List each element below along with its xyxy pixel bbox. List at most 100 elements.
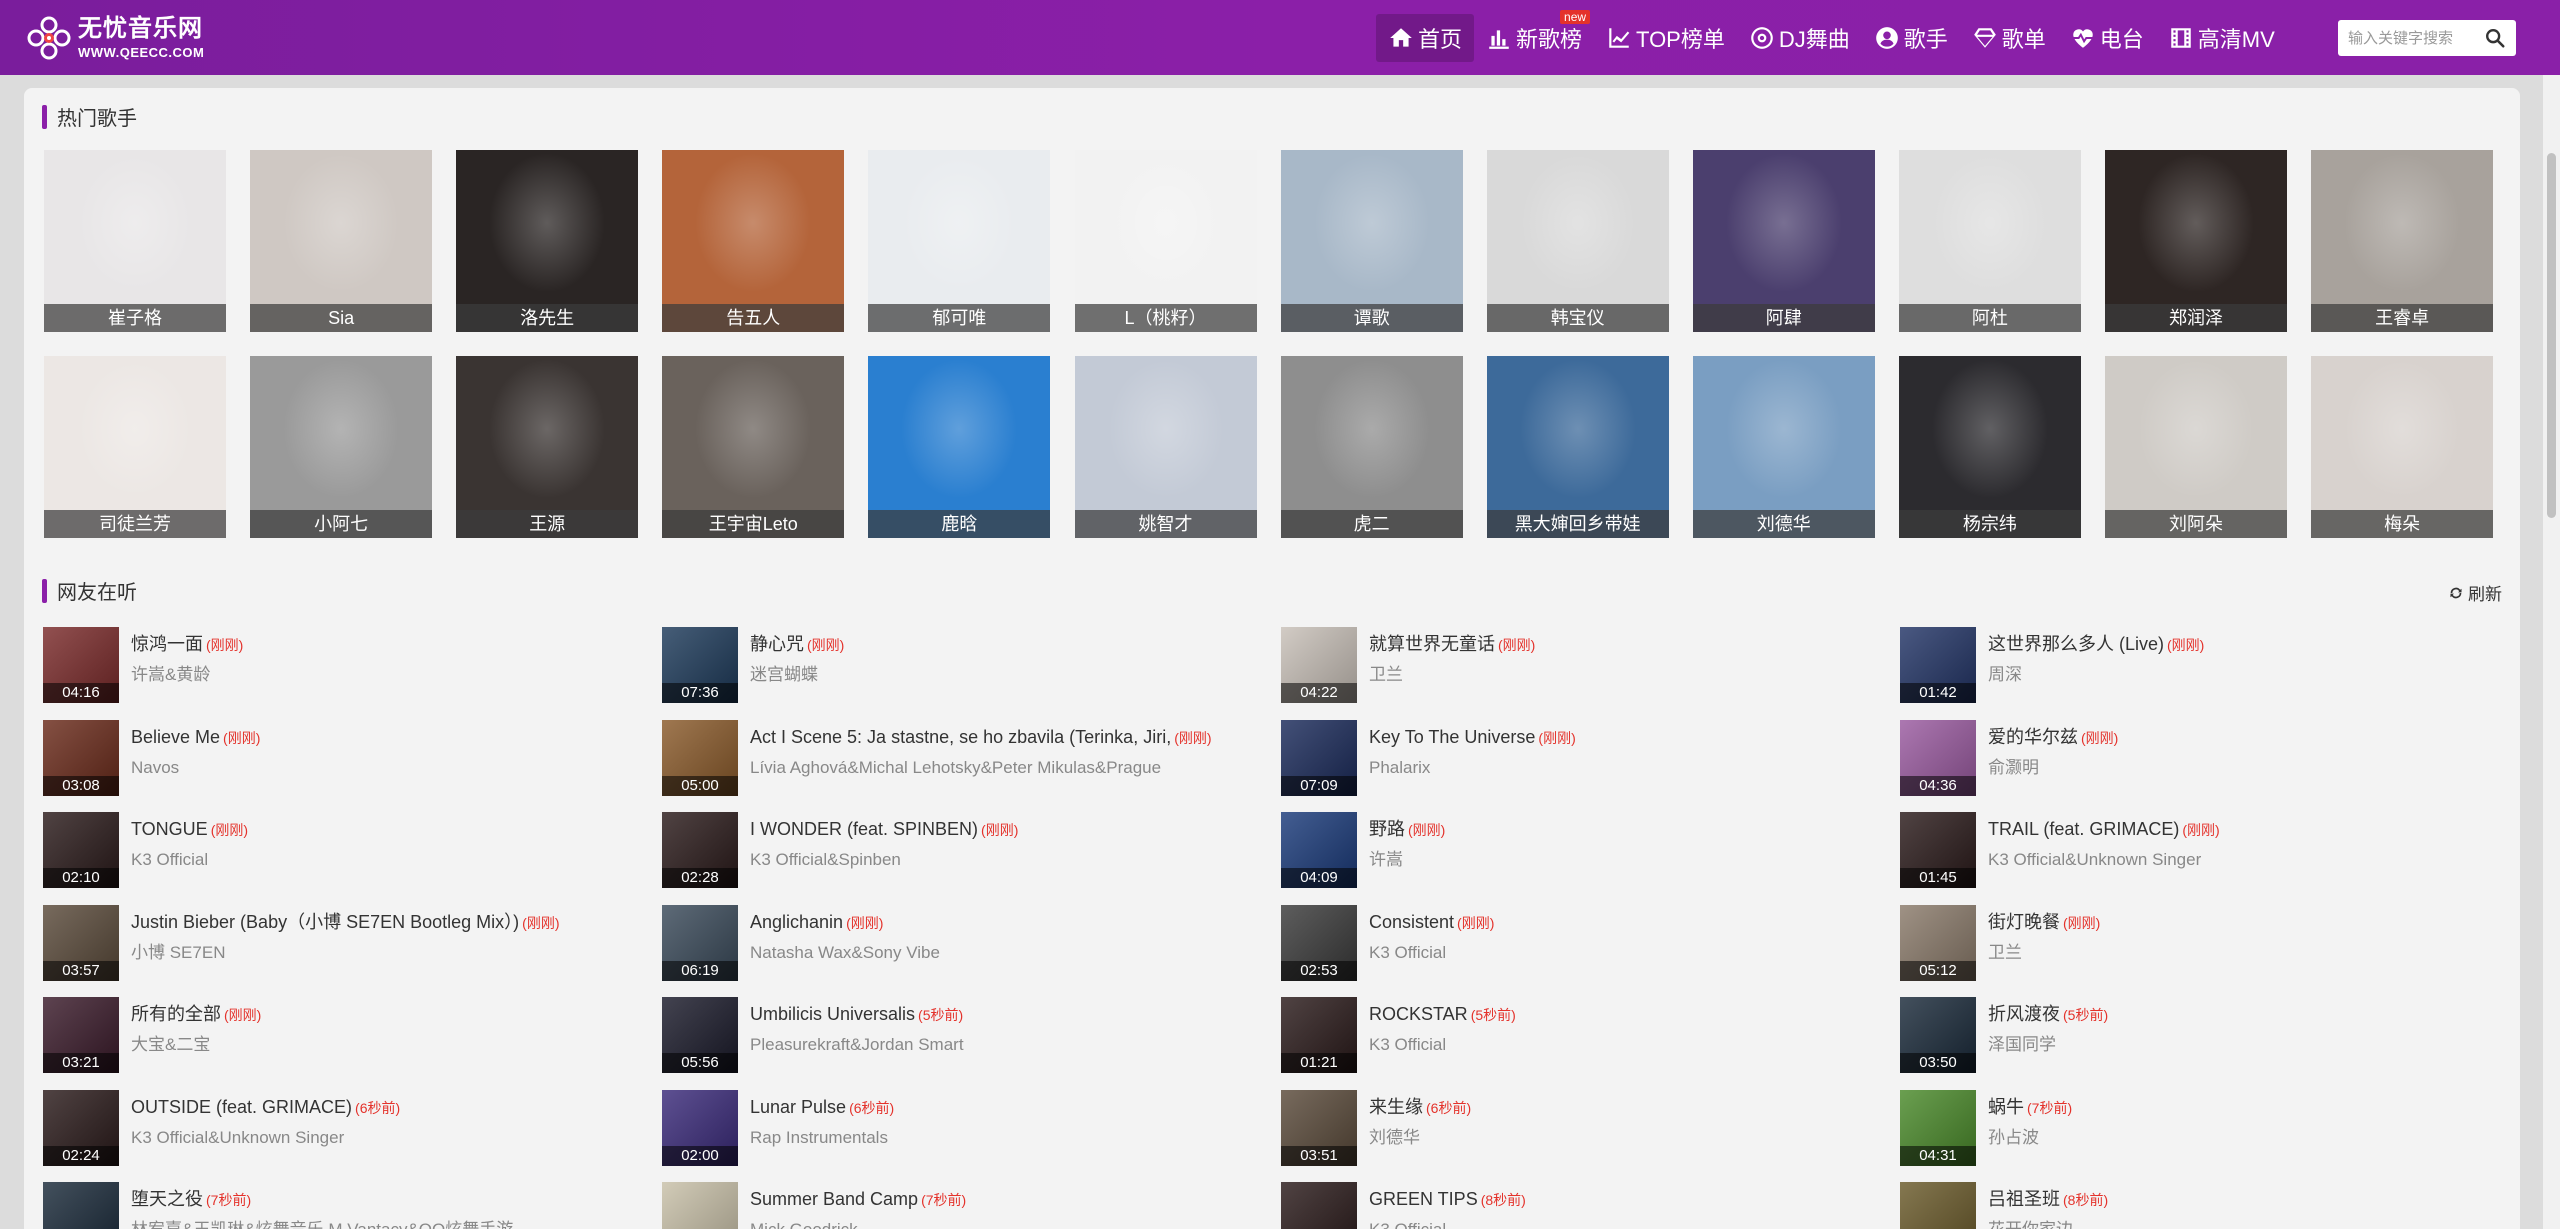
- song-artist[interactable]: K3 Official&Unknown Singer: [131, 1127, 400, 1149]
- singer-card[interactable]: 郑润泽: [2105, 150, 2287, 332]
- song-title[interactable]: 静心咒: [750, 634, 804, 654]
- song-item[interactable]: 04:09 野路 (刚刚) 许嵩: [1281, 812, 1881, 888]
- singer-card[interactable]: 鹿晗: [868, 356, 1051, 538]
- singer-card[interactable]: 杨宗纬: [1898, 356, 2081, 538]
- song-item[interactable]: 05:00 Act I Scene 5: Ja stastne, se ho zb…: [662, 719, 1262, 796]
- nav-playlists[interactable]: 歌单: [1960, 14, 2058, 62]
- song-title[interactable]: 街灯晚餐: [1988, 912, 2060, 932]
- nav-radio[interactable]: 电台: [2058, 14, 2156, 62]
- song-title[interactable]: 就算世界无童话: [1369, 634, 1495, 654]
- song-artist[interactable]: Natasha Wax&Sony Vibe: [750, 942, 940, 964]
- song-artist[interactable]: 泽国同学: [1988, 1034, 2108, 1056]
- song-item[interactable]: 01:45 TRAIL (feat. GRIMACE) (刚刚) K3 Officia…: [1900, 812, 2500, 888]
- song-item[interactable]: 04:16 惊鸿一面 (刚刚) 许嵩&黄龄: [43, 627, 643, 703]
- song-title[interactable]: Act I Scene 5: Ja stastne, se ho zbavila…: [750, 727, 1171, 747]
- song-title[interactable]: 爱的华尔兹: [1988, 727, 2078, 747]
- song-title[interactable]: Key To The Universe: [1369, 727, 1535, 747]
- song-title[interactable]: 来生缘: [1369, 1097, 1423, 1117]
- song-artist[interactable]: K3 Official&Unknown Singer: [1988, 849, 2220, 871]
- song-title[interactable]: Anglichanin: [750, 912, 843, 932]
- song-title[interactable]: 野路: [1369, 819, 1405, 839]
- song-title[interactable]: 惊鸿一面: [131, 634, 203, 654]
- scrollbar-thumb[interactable]: [2547, 153, 2556, 518]
- song-artist[interactable]: Pleasurekraft&Jordan Smart: [750, 1034, 964, 1056]
- song-artist[interactable]: K3 Official: [1369, 1219, 1526, 1229]
- song-title[interactable]: 这世界那么多人 (Live): [1988, 634, 2164, 654]
- song-item[interactable]: 02:24 OUTSIDE (feat. GRIMACE) (6秒前) K3 Offi…: [43, 1089, 643, 1166]
- song-title[interactable]: 吕祖圣班: [1988, 1189, 2060, 1209]
- singer-card[interactable]: 洛先生: [456, 150, 639, 332]
- song-item[interactable]: 06:19 Anglichanin (刚刚) Natasha Wax&Sony Vib…: [662, 904, 1262, 981]
- song-artist[interactable]: K3 Official: [1369, 942, 1494, 964]
- song-artist[interactable]: Lívia Aghová&Michal Lehotsky&Peter Mikul…: [750, 757, 1212, 779]
- singer-card[interactable]: 王睿卓: [2311, 150, 2494, 332]
- song-artist[interactable]: 林宥嘉&王凯琳&炫舞音乐 M.Vantacy&QQ炫舞手游: [131, 1219, 513, 1229]
- singer-card[interactable]: 阿肆: [1692, 150, 1875, 332]
- singer-card[interactable]: 刘阿朵: [2105, 356, 2287, 538]
- singer-card[interactable]: 黑大婶回乡带娃: [1486, 356, 1669, 538]
- nav-dj[interactable]: DJ舞曲: [1737, 14, 1862, 62]
- song-artist[interactable]: 俞灏明: [1988, 757, 2118, 779]
- refresh-button[interactable]: 刷新: [2448, 580, 2502, 605]
- song-artist[interactable]: 卫兰: [1369, 664, 1535, 686]
- site-logo[interactable]: 无忧音乐网 WWW.QEECC.COM: [26, 12, 216, 64]
- song-item[interactable]: 04:36 爱的华尔兹 (刚刚) 俞灏明: [1900, 719, 2500, 796]
- singer-card[interactable]: 谭歌: [1280, 150, 1463, 332]
- singer-card[interactable]: 司徒兰芳: [44, 356, 226, 538]
- song-artist[interactable]: 卫兰: [1988, 942, 2100, 964]
- singer-card[interactable]: 梅朵: [2311, 356, 2494, 538]
- nav-top-charts[interactable]: TOP榜单: [1594, 14, 1737, 62]
- nav-singers[interactable]: 歌手: [1862, 14, 1960, 62]
- song-title[interactable]: 堕天之役: [131, 1189, 203, 1209]
- song-item[interactable]: 03:08 Believe Me (刚刚) Navos: [43, 719, 643, 796]
- song-item[interactable]: 04:22 就算世界无童话 (刚刚) 卫兰: [1281, 627, 1881, 703]
- song-item[interactable]: 01:42 这世界那么多人 (Live) (刚刚) 周深: [1900, 627, 2500, 703]
- song-title[interactable]: Consistent: [1369, 912, 1454, 932]
- song-item[interactable]: 02:00 Lunar Pulse (6秒前) Rap Instrumentals: [662, 1089, 1262, 1166]
- song-item[interactable]: 05:56 Umbilicis Universalis (5秒前) Pleasurek…: [662, 997, 1262, 1073]
- song-title[interactable]: I WONDER (feat. SPINBEN): [750, 819, 978, 839]
- song-title[interactable]: Lunar Pulse: [750, 1097, 846, 1117]
- song-title[interactable]: Umbilicis Universalis: [750, 1004, 915, 1024]
- song-item[interactable]: 吕祖圣班(8秒前) 花开你家边: [1900, 1182, 2500, 1229]
- song-item[interactable]: 02:53 Consistent (刚刚) K3 Official: [1281, 904, 1881, 981]
- song-title[interactable]: TONGUE: [131, 819, 208, 839]
- song-item[interactable]: 02:28 I WONDER (feat. SPINBEN) (刚刚) K3 Offi…: [662, 812, 1262, 888]
- song-artist[interactable]: 许嵩&黄龄: [131, 664, 243, 686]
- song-artist[interactable]: K3 Official&Spinben: [750, 849, 1018, 871]
- song-artist[interactable]: 刘德华: [1369, 1127, 1471, 1149]
- song-item[interactable]: 04:31 蜗牛 (7秒前) 孙占波: [1900, 1089, 2500, 1166]
- singer-card[interactable]: 郁可唯: [868, 150, 1051, 332]
- page-scrollbar[interactable]: [2543, 75, 2560, 1229]
- song-title[interactable]: GREEN TIPS: [1369, 1189, 1478, 1209]
- song-title[interactable]: Summer Band Camp: [750, 1189, 918, 1209]
- song-item[interactable]: 03:57 Justin Bieber (Baby（小博 SE7EN Bootle…: [43, 904, 643, 981]
- song-item[interactable]: 03:50 折风渡夜 (5秒前) 泽国同学: [1900, 997, 2500, 1073]
- singer-card[interactable]: 虎二: [1280, 356, 1463, 538]
- song-item[interactable]: 堕天之役(7秒前) 林宥嘉&王凯琳&炫舞音乐 M.Vantacy&QQ炫舞手游: [43, 1182, 643, 1229]
- song-artist[interactable]: 孙占波: [1988, 1127, 2072, 1149]
- song-artist[interactable]: 花开你家边: [1988, 1219, 2108, 1229]
- song-artist[interactable]: K3 Official: [1369, 1034, 1516, 1056]
- song-artist[interactable]: Phalarix: [1369, 757, 1576, 779]
- song-title[interactable]: 所有的全部: [131, 1004, 221, 1024]
- song-artist[interactable]: 大宝&二宝: [131, 1034, 261, 1056]
- singer-card[interactable]: 姚智才: [1074, 356, 1257, 538]
- song-item[interactable]: 01:21 ROCKSTAR (5秒前) K3 Official: [1281, 997, 1881, 1073]
- song-title[interactable]: Believe Me: [131, 727, 220, 747]
- nav-new-songs[interactable]: 新歌榜 new: [1474, 10, 1594, 62]
- singer-card[interactable]: 阿杜: [1898, 150, 2081, 332]
- search-button[interactable]: [2476, 20, 2514, 56]
- song-item[interactable]: 05:12 街灯晚餐 (刚刚) 卫兰: [1900, 904, 2500, 981]
- singer-card[interactable]: 韩宝仪: [1486, 150, 1669, 332]
- singer-card[interactable]: Sia: [250, 150, 433, 332]
- song-item[interactable]: 03:51 来生缘 (6秒前) 刘德华: [1281, 1089, 1881, 1166]
- song-item[interactable]: 03:21 所有的全部 (刚刚) 大宝&二宝: [43, 997, 643, 1073]
- singer-card[interactable]: 告五人: [662, 150, 845, 332]
- singer-card[interactable]: 王宇宙Leto: [662, 356, 845, 538]
- song-artist[interactable]: K3 Official: [131, 849, 248, 871]
- nav-mv[interactable]: 高清MV: [2156, 14, 2287, 62]
- song-item[interactable]: 07:36 静心咒 (刚刚) 迷宫蝴蝶: [662, 627, 1262, 703]
- singer-card[interactable]: 刘德华: [1692, 356, 1875, 538]
- song-title[interactable]: ROCKSTAR: [1369, 1004, 1468, 1024]
